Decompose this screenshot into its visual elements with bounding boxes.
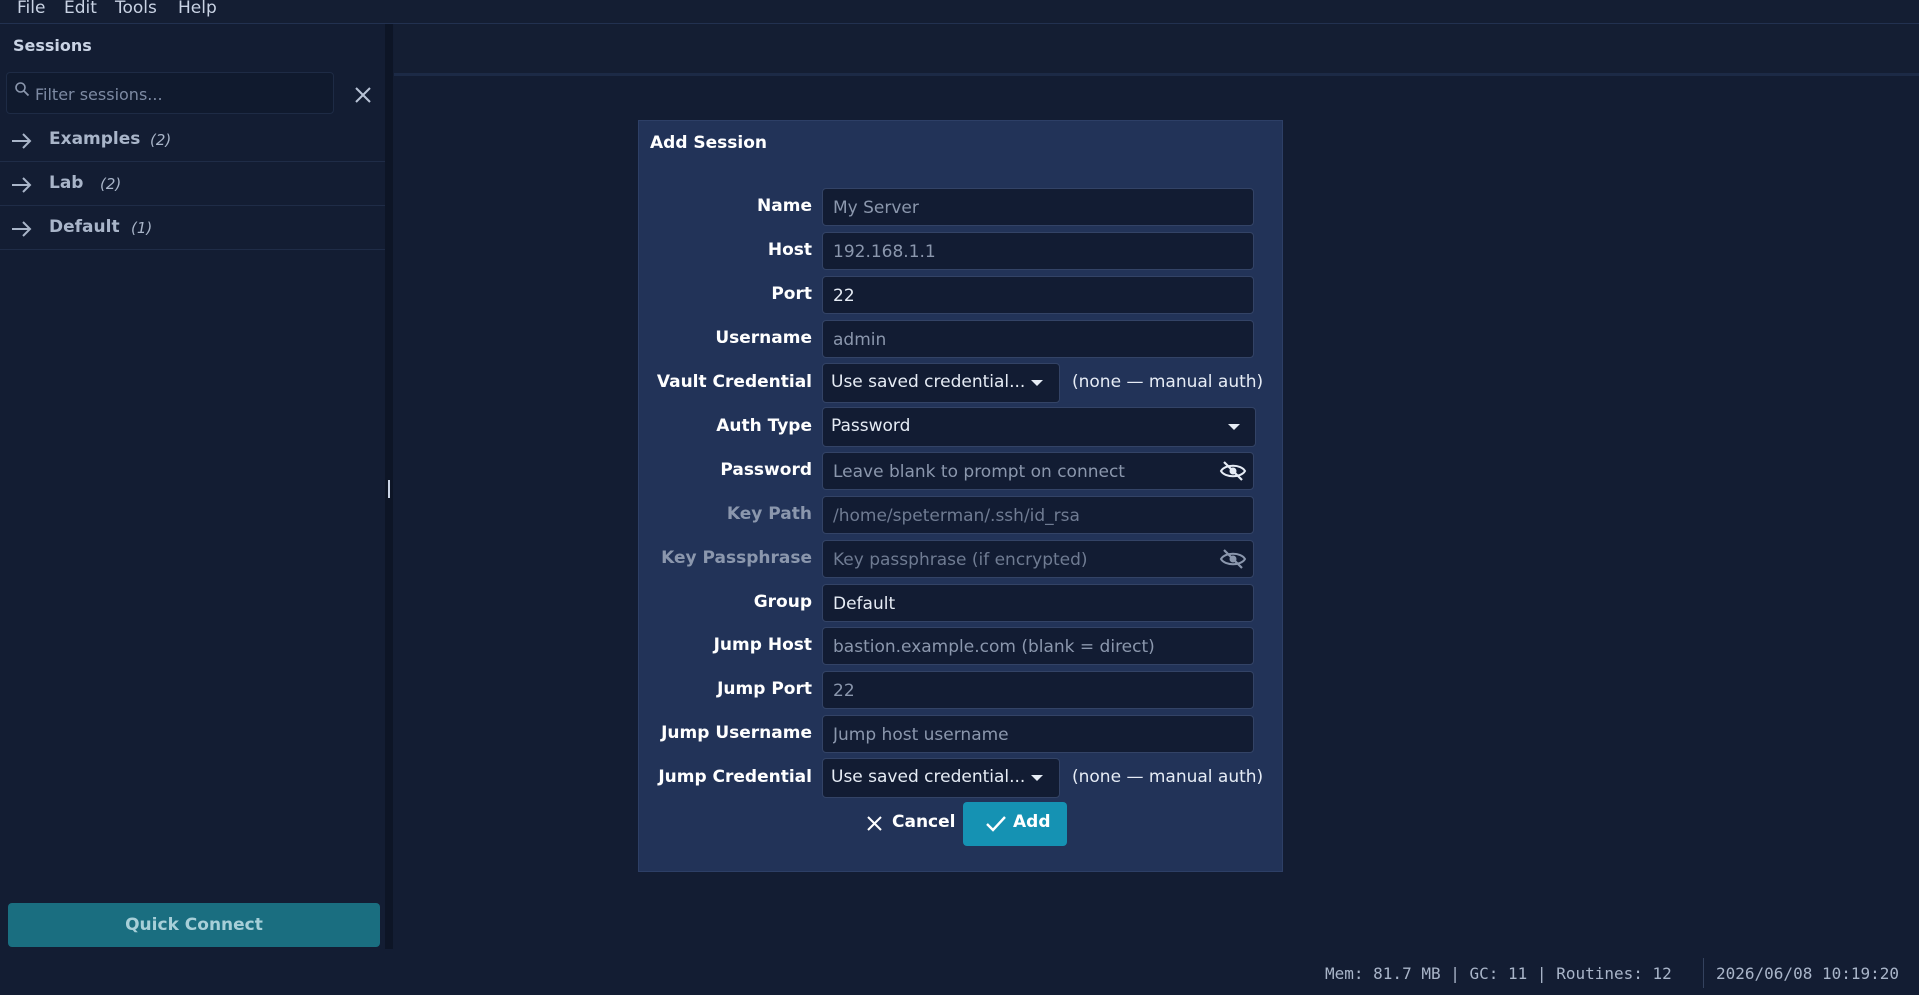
host-label: Host xyxy=(767,240,812,260)
group-count: (2) xyxy=(100,175,122,193)
status-metrics: Mem: 81.7 MB | GC: 11 | Routines: 12 xyxy=(1325,964,1672,983)
menu-tools[interactable]: Tools xyxy=(115,0,157,18)
splitter-handle[interactable] xyxy=(388,480,390,498)
jump-username-field-box xyxy=(822,715,1254,754)
arrow-right-icon xyxy=(12,177,32,193)
group-count: (1) xyxy=(131,219,153,237)
tab-strip xyxy=(394,24,1919,76)
sidebar-title: Sessions xyxy=(13,36,92,55)
jump-host-field-box xyxy=(822,627,1254,666)
quick-connect-button[interactable]: Quick Connect xyxy=(8,903,380,947)
name-field-box xyxy=(822,188,1254,227)
jump-username-label: Jump Username xyxy=(661,723,812,743)
add-label: Add xyxy=(1013,812,1051,832)
menu-edit[interactable]: Edit xyxy=(64,0,97,18)
jump-port-field-box xyxy=(822,671,1254,710)
vault-credential-label: Vault Credential xyxy=(656,372,812,392)
session-group-lab[interactable]: Lab (2) xyxy=(0,163,385,206)
group-count: (2) xyxy=(150,131,172,149)
arrow-right-icon xyxy=(12,221,32,237)
status-divider xyxy=(1703,958,1704,988)
host-field-box xyxy=(822,232,1254,271)
check-icon xyxy=(986,816,1006,832)
cancel-button[interactable]: Cancel xyxy=(854,802,956,844)
chevron-down-icon xyxy=(1228,424,1240,430)
jump-credential-label: Jump Credential xyxy=(658,767,812,787)
vault-credential-value: Use saved credential... xyxy=(831,372,1026,392)
key-path-label: Key Path xyxy=(726,504,812,524)
password-label: Password xyxy=(720,460,812,480)
jump-credential-select[interactable]: Use saved credential... xyxy=(822,758,1060,798)
group-label: Lab xyxy=(49,173,84,193)
jump-credential-value: Use saved credential... xyxy=(831,767,1026,787)
session-group-examples[interactable]: Examples (2) xyxy=(0,119,385,162)
jump-username-field[interactable] xyxy=(831,716,1215,754)
add-button[interactable]: Add xyxy=(963,802,1067,846)
key-passphrase-field-box xyxy=(822,540,1254,579)
key-path-field[interactable] xyxy=(831,497,1215,535)
close-icon xyxy=(867,816,882,831)
port-label: Port xyxy=(771,284,812,304)
key-passphrase-label: Key Passphrase xyxy=(661,548,812,568)
eye-off-icon[interactable] xyxy=(1219,547,1247,571)
auth-type-select[interactable]: Password xyxy=(822,407,1256,447)
chevron-down-icon xyxy=(1031,775,1043,781)
eye-off-icon[interactable] xyxy=(1219,459,1247,483)
close-icon[interactable] xyxy=(351,83,375,107)
cancel-label: Cancel xyxy=(892,812,956,832)
vault-credential-note: (none — manual auth) xyxy=(1072,372,1264,392)
username-field[interactable] xyxy=(831,321,1215,359)
auth-type-label: Auth Type xyxy=(716,416,812,436)
search-icon xyxy=(15,82,30,97)
group-label: Default xyxy=(49,217,120,237)
group-label: Examples xyxy=(49,129,141,149)
jump-port-field[interactable] xyxy=(831,672,1215,710)
auth-type-value: Password xyxy=(831,416,911,436)
password-field-box xyxy=(822,452,1254,491)
key-path-field-box xyxy=(822,496,1254,535)
dialog-title: Add Session xyxy=(650,133,768,153)
username-label: Username xyxy=(715,328,812,348)
group-label: Group xyxy=(753,592,812,612)
key-passphrase-field[interactable] xyxy=(831,541,1215,579)
vault-credential-select[interactable]: Use saved credential... xyxy=(822,363,1060,403)
port-field[interactable] xyxy=(831,277,1215,315)
group-field[interactable] xyxy=(831,585,1215,623)
port-field-box xyxy=(822,276,1254,315)
arrow-right-icon xyxy=(12,133,32,149)
session-group-default[interactable]: Default (1) xyxy=(0,207,385,250)
search-input[interactable] xyxy=(33,73,327,115)
chevron-down-icon xyxy=(1031,380,1043,386)
jump-host-label: Jump Host xyxy=(713,635,812,655)
session-search[interactable] xyxy=(6,72,334,115)
group-field-box xyxy=(822,584,1254,623)
add-session-dialog: Add Session Name Host Port Username Vaul… xyxy=(638,120,1283,872)
menu-help[interactable]: Help xyxy=(178,0,217,18)
menu-file[interactable]: File xyxy=(17,0,45,18)
status-datetime: 2026/06/08 10:19:20 xyxy=(1716,964,1900,983)
jump-credential-note: (none — manual auth) xyxy=(1072,767,1264,787)
jump-port-label: Jump Port xyxy=(717,679,812,699)
name-field[interactable] xyxy=(831,189,1215,227)
host-field[interactable] xyxy=(831,233,1215,271)
menu-bar: File Edit Tools Help xyxy=(0,0,1919,24)
name-label: Name xyxy=(757,196,812,216)
password-field[interactable] xyxy=(831,453,1215,491)
username-field-box xyxy=(822,320,1254,359)
jump-host-field[interactable] xyxy=(831,628,1215,666)
